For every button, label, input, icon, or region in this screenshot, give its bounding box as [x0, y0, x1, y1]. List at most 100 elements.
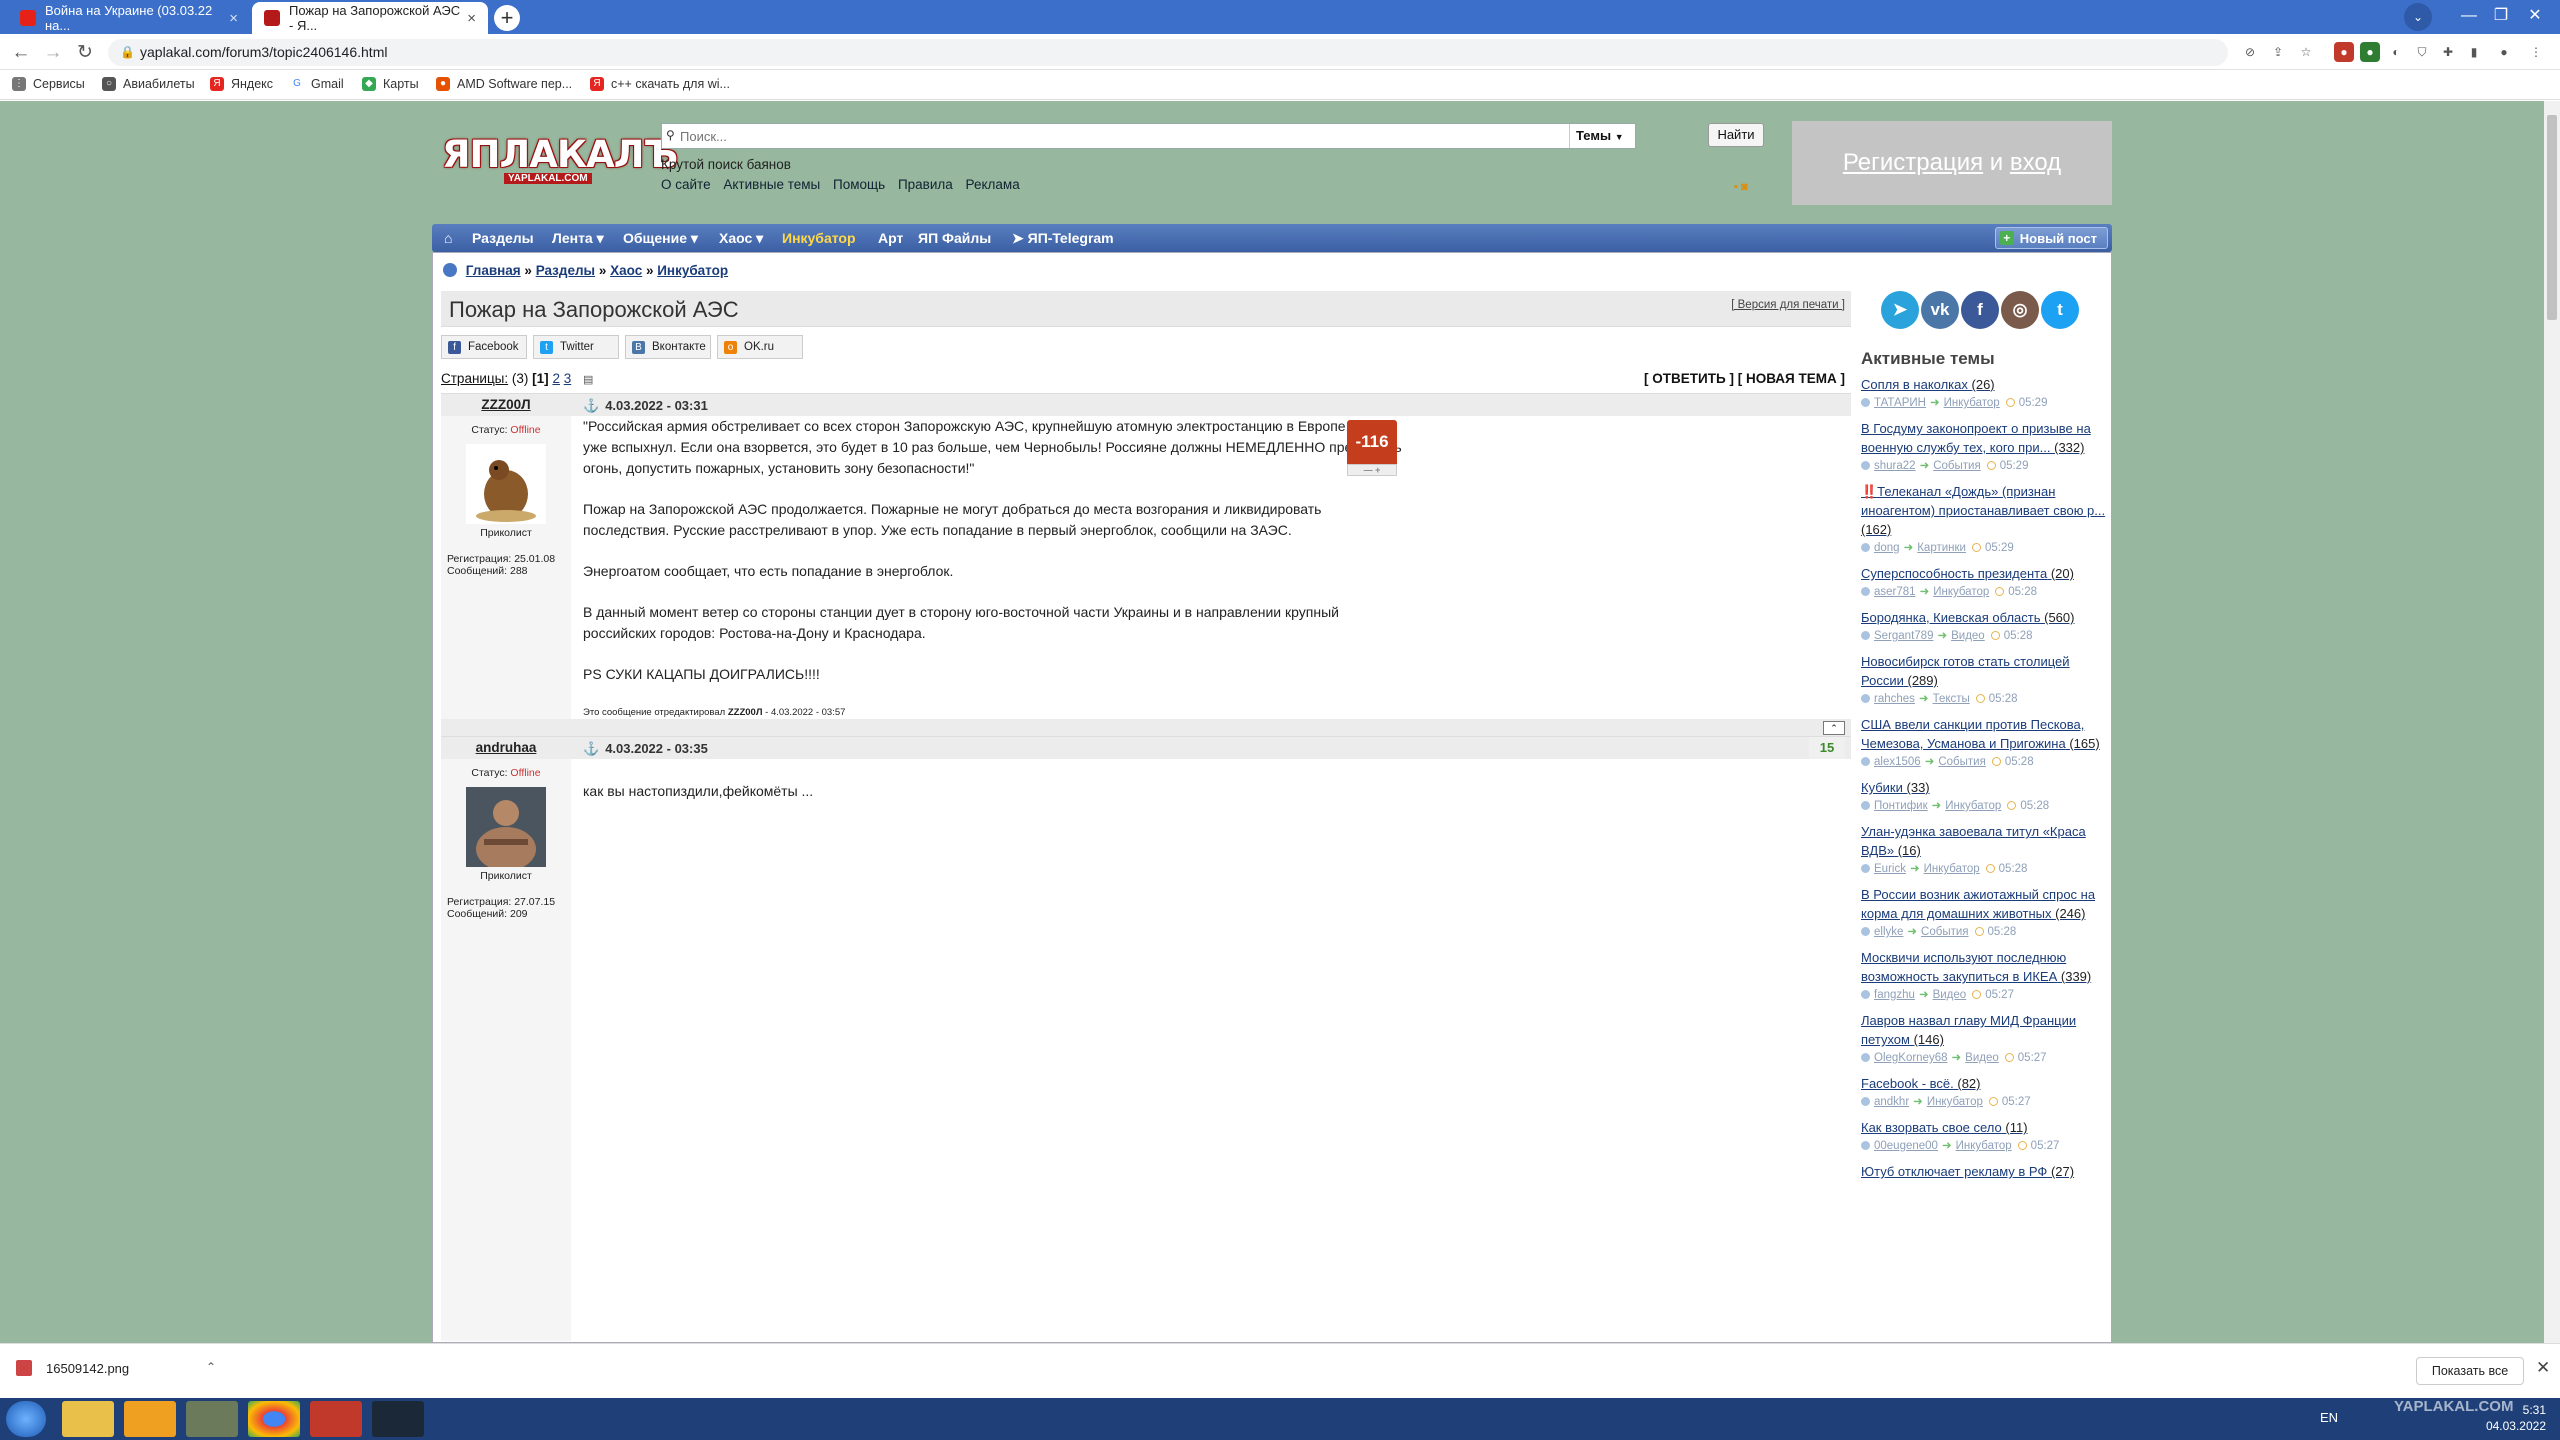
chrome-icon[interactable] [248, 1401, 300, 1437]
search-scope-select[interactable]: Темы ▼ [1569, 124, 1635, 148]
topic-user-link[interactable]: andkhr [1874, 1096, 1909, 1108]
topic-section-link[interactable]: Видео [1933, 989, 1967, 1001]
nav-art[interactable]: Арт [878, 224, 903, 252]
page-link[interactable]: 2 [552, 371, 560, 386]
post-author[interactable]: ZZZ00Л [441, 397, 571, 412]
sidebar-icon[interactable]: ▮ [2464, 42, 2484, 62]
app-icon[interactable] [310, 1401, 362, 1437]
topic-user-link[interactable]: ellyke [1874, 926, 1903, 938]
topic-user-link[interactable]: fangzhu [1874, 989, 1915, 1001]
tab-search-icon[interactable]: ⌄ [2404, 3, 2432, 31]
link-active-topics[interactable]: Активные темы [723, 177, 820, 192]
topic-user-link[interactable]: aser781 [1874, 586, 1916, 598]
new-topic-link[interactable]: [ НОВАЯ ТЕМА ] [1738, 371, 1845, 386]
topic-section-link[interactable]: Видео [1951, 630, 1985, 642]
extension-icon[interactable]: ◐ [2386, 42, 2406, 62]
reload-icon[interactable]: ↻ [72, 40, 98, 66]
steam-icon[interactable] [372, 1401, 424, 1437]
close-icon[interactable]: × [467, 10, 476, 27]
nav-telegram[interactable]: ➤ ЯП-Telegram [1012, 224, 1114, 252]
topic-section-link[interactable]: Инкубатор [1924, 863, 1980, 875]
app-icon[interactable] [186, 1401, 238, 1437]
twitter-icon[interactable]: t [2041, 291, 2079, 329]
active-topic-link[interactable]: Сопля в наколках (26) [1861, 375, 2107, 394]
share-vk-button[interactable]: В Вконтакте [625, 335, 711, 359]
link-about[interactable]: О сайте [661, 177, 711, 192]
extension-icon[interactable]: ● [2334, 42, 2354, 62]
eye-off-icon[interactable]: ⊘ [2240, 42, 2260, 62]
active-topic-link[interactable]: Кубики (33) [1861, 778, 2107, 797]
new-tab-button[interactable]: + [494, 5, 520, 31]
karma-vote-buttons[interactable]: — + [1347, 464, 1397, 476]
topic-section-link[interactable]: События [1933, 460, 1980, 472]
topic-user-link[interactable]: Sergant789 [1874, 630, 1933, 642]
topic-section-link[interactable]: Инкубатор [1944, 397, 2000, 409]
back-icon[interactable]: ← [8, 40, 34, 66]
close-icon[interactable]: × [229, 10, 238, 27]
active-topic-link[interactable]: Ютуб отключает рекламу в РФ (27) [1861, 1162, 2107, 1181]
show-all-downloads-button[interactable]: Показать все [2416, 1357, 2524, 1385]
share-twitter-button[interactable]: t Twitter [533, 335, 619, 359]
crumb-sections[interactable]: Разделы [536, 263, 595, 278]
search-button[interactable]: Найти [1708, 123, 1764, 147]
nav-sections[interactable]: Разделы [472, 224, 534, 252]
star-icon[interactable]: ☆ [2296, 42, 2316, 62]
anchor-icon[interactable]: ⚓ [583, 741, 599, 756]
file-explorer-icon[interactable] [62, 1401, 114, 1437]
avatar[interactable] [466, 787, 546, 871]
rss-icon[interactable]: ▪ ◙ [1734, 181, 1748, 193]
forward-icon[interactable]: → [40, 40, 66, 66]
active-topic-link[interactable]: Новосибирск готов стать столицей России … [1861, 652, 2107, 690]
topic-section-link[interactable]: Тексты [1933, 693, 1970, 705]
avatar[interactable] [466, 444, 546, 524]
nav-chaos[interactable]: Хаос ▾ [719, 224, 763, 252]
topic-user-link[interactable]: ТАТАРИН [1874, 397, 1926, 409]
home-icon[interactable]: ⌂ [444, 224, 452, 252]
post-author[interactable]: andruhaa [441, 740, 571, 755]
anchor-icon[interactable]: ⚓ [583, 398, 599, 413]
telegram-icon[interactable]: ➤ [1881, 291, 1919, 329]
instagram-icon[interactable]: ◎ [2001, 291, 2039, 329]
topic-user-link[interactable]: shura22 [1874, 460, 1916, 472]
nav-incubator[interactable]: Инкубатор [782, 224, 856, 252]
bookmark-yandex[interactable]: Я Яндекс [210, 77, 273, 91]
topic-user-link[interactable]: Eurick [1874, 863, 1906, 875]
media-player-icon[interactable] [124, 1401, 176, 1437]
topic-section-link[interactable]: Инкубатор [1933, 586, 1989, 598]
shield-icon[interactable]: ⛉ [2412, 42, 2432, 62]
puzzle-icon[interactable]: ✚ [2438, 42, 2458, 62]
reply-link[interactable]: [ ОТВЕТИТЬ ] [1644, 371, 1734, 386]
topic-user-link[interactable]: Понтифик [1874, 800, 1928, 812]
tab-2[interactable]: Пожар на Запорожской АЭС - Я... × [252, 2, 488, 34]
crumb-home[interactable]: Главная [466, 263, 521, 278]
nav-communication[interactable]: Общение ▾ [623, 224, 698, 252]
crumb-incubator[interactable]: Инкубатор [657, 263, 728, 278]
topic-section-link[interactable]: Видео [1965, 1052, 1999, 1064]
close-icon[interactable]: ✕ [2536, 1358, 2550, 1378]
active-topic-link[interactable]: Улан-удэнка завоевала титул «Краса ВДВ» … [1861, 822, 2107, 860]
active-topic-link[interactable]: В России возник ажиотажный спрос на корм… [1861, 885, 2107, 923]
chevron-up-icon[interactable]: ⌃ [206, 1360, 216, 1374]
download-item[interactable]: 16509142.png [16, 1360, 129, 1376]
active-topic-link[interactable]: Бородянка, Киевская область (560) [1861, 608, 2107, 627]
menu-icon[interactable]: ⋮ [2526, 42, 2546, 62]
bookmark-amd[interactable]: ● AMD Software пер... [436, 77, 572, 91]
active-topic-link[interactable]: ‼️Телеканал «Дождь» (признан иноагентом)… [1861, 482, 2107, 539]
pages-menu-icon[interactable]: ▤ [583, 374, 593, 386]
active-topic-link[interactable]: Москвичи используют последнюю возможност… [1861, 948, 2107, 986]
link-ads[interactable]: Реклама [966, 177, 1020, 192]
topic-section-link[interactable]: Инкубатор [1945, 800, 2001, 812]
search-input[interactable] [680, 126, 1580, 146]
register-link[interactable]: Регистрация [1843, 149, 1983, 176]
active-topic-link[interactable]: Лавров назвал главу МИД Франции петухом … [1861, 1011, 2107, 1049]
page-link[interactable]: 3 [564, 371, 572, 386]
nav-files[interactable]: ЯП Файлы [918, 224, 991, 252]
clock[interactable]: 5:31 04.03.2022 [2476, 1402, 2546, 1434]
share-ok-button[interactable]: o OK.ru [717, 335, 803, 359]
topic-section-link[interactable]: События [1938, 756, 1985, 768]
topic-section-link[interactable]: Инкубатор [1956, 1140, 2012, 1152]
share-icon[interactable]: ⇪ [2268, 42, 2288, 62]
active-topic-link[interactable]: Как взорвать свое село (11) [1861, 1118, 2107, 1137]
print-version-link[interactable]: [ Версия для печати ] [1731, 299, 1845, 311]
windows-start-icon[interactable] [6, 1401, 46, 1437]
